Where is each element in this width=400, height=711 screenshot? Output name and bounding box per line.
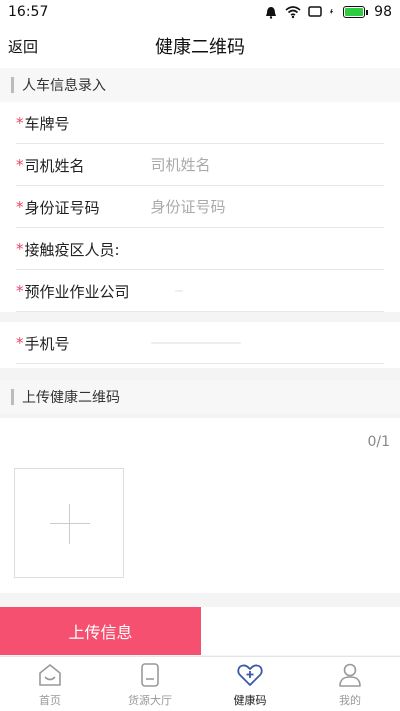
section-marker (11, 77, 14, 93)
submit-bar: 上传信息 (0, 607, 400, 655)
section-marker (11, 389, 14, 405)
add-image-button[interactable] (14, 468, 124, 578)
section-header-upload: 上传健康二维码 (0, 380, 400, 414)
tab-label: 首页 (39, 694, 61, 707)
tab-health-code[interactable]: 健康码 (200, 657, 300, 711)
battery-icon (343, 6, 369, 18)
driver-row: * 司机姓名 (0, 144, 400, 186)
cargo-icon (141, 663, 159, 687)
contact-row[interactable]: * 接触疫区人员: (0, 228, 400, 270)
health-code-icon (237, 664, 263, 686)
required-mark: * (16, 240, 24, 258)
phone-label: 手机号 (24, 334, 70, 353)
id-number-input[interactable] (150, 198, 371, 216)
section-title: 人车信息录入 (22, 78, 106, 94)
alarm-icon (266, 7, 277, 19)
wifi-icon (285, 6, 301, 19)
vehicle-form: * 车牌号 * 司机姓名 * 身份证号码 * 接触疫区人员: * 预作业作业公司 (0, 102, 400, 312)
required-mark: * (16, 282, 24, 300)
tab-label: 健康码 (233, 694, 267, 707)
required-mark: * (16, 156, 24, 174)
company-row[interactable]: * 预作业作业公司 (0, 270, 400, 312)
tab-home[interactable]: 首页 (0, 657, 100, 711)
required-mark: * (16, 198, 24, 216)
status-bar: 16:57 98 (0, 0, 400, 24)
phone-row: * 手机号 (0, 322, 400, 364)
required-mark: * (16, 114, 24, 132)
battery-level: 98 (374, 4, 392, 20)
tab-bar: 首页 货源大厅 健康码 我的 (0, 656, 400, 711)
driver-name-input[interactable] (150, 156, 371, 174)
phone-block: * 手机号 (0, 322, 400, 368)
charging-icon (330, 9, 334, 15)
section-title: 上传健康二维码 (22, 390, 120, 406)
page-title: 健康二维码 (155, 37, 245, 58)
tab-profile[interactable]: 我的 (300, 657, 400, 711)
plate-input[interactable] (150, 114, 371, 132)
status-time: 16:57 (8, 4, 49, 20)
header: 返回 健康二维码 (0, 24, 400, 68)
home-icon (39, 664, 61, 686)
required-mark: * (16, 334, 24, 352)
id-number-label: 身份证号码 (24, 198, 100, 217)
phone-input[interactable] (150, 342, 241, 344)
contact-label: 接触疫区人员: (24, 240, 120, 259)
tab-cargo[interactable]: 货源大厅 (100, 657, 200, 711)
plate-label: 车牌号 (24, 114, 70, 133)
section-header-info: 人车信息录入 (0, 68, 400, 102)
plus-icon (50, 523, 90, 524)
back-button[interactable]: 返回 (8, 36, 38, 57)
status-icons: 98 (263, 4, 392, 20)
upload-area: 0/1 (0, 418, 400, 593)
tab-label: 货源大厅 (128, 694, 172, 707)
upload-counter: 0/1 (367, 434, 390, 450)
screen-icon (308, 6, 322, 17)
id-number-row: * 身份证号码 (0, 186, 400, 228)
driver-label: 司机姓名 (24, 156, 85, 175)
tab-label: 我的 (339, 694, 361, 707)
company-value[interactable] (174, 290, 183, 292)
submit-button[interactable]: 上传信息 (0, 607, 201, 655)
plus-icon-vertical (69, 504, 70, 544)
profile-icon (339, 663, 361, 687)
plate-row: * 车牌号 (0, 102, 400, 144)
company-label: 预作业作业公司 (24, 282, 130, 301)
